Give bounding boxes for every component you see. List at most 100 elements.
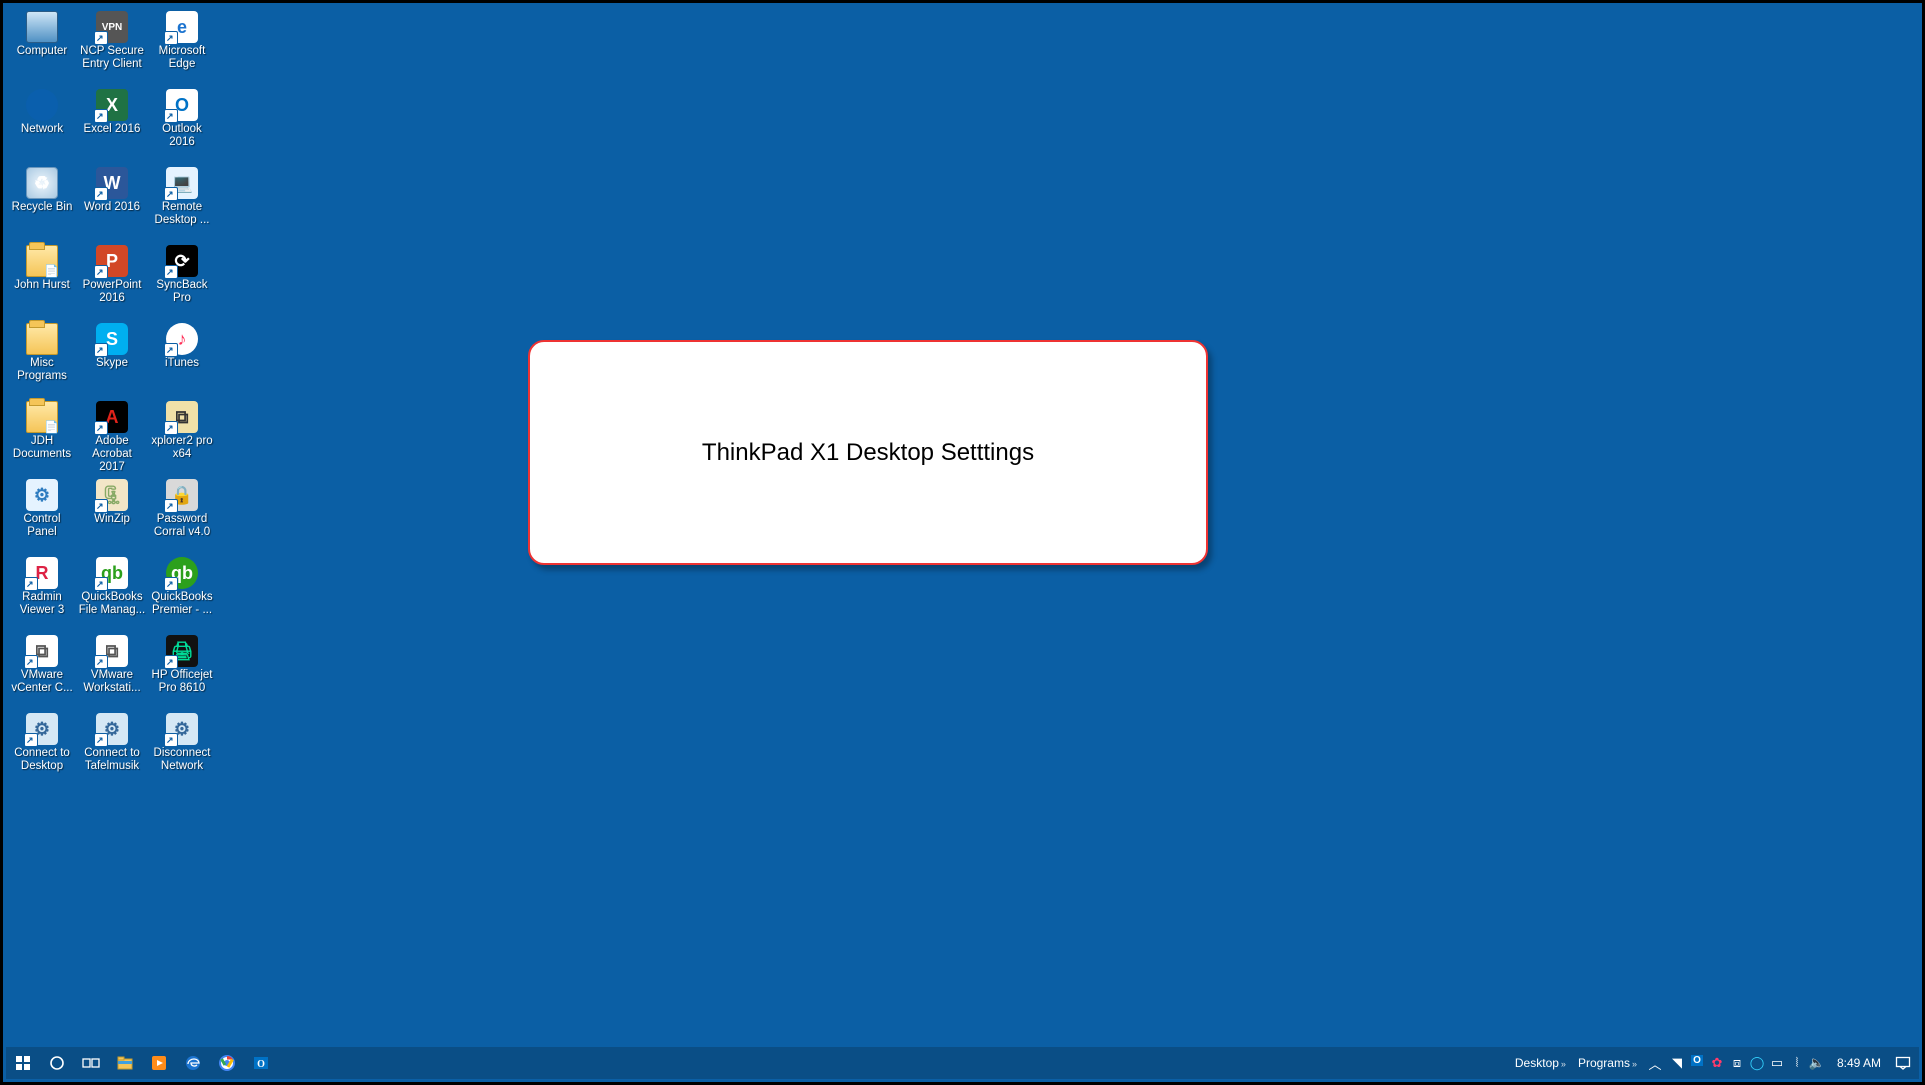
volume-tray-icon-glyph: 🔈 [1809,1055,1825,1071]
password-corral-icon: 🔒 [166,479,198,511]
powerpoint-icon: P [96,245,128,277]
disconnect-network-icon: ⚙ [166,713,198,745]
task-view-button[interactable] [74,1047,108,1079]
outlook-tray-icon-glyph: O [1691,1055,1703,1066]
desktop-icon-connect-tafelmusik[interactable]: ⚙Connect to Tafelmusik [77,711,147,789]
desktop-icon-label: Misc Programs [8,357,76,383]
syncback-icon: ⟳ [166,245,198,277]
desktop-icon-xplorer2[interactable]: ⧉ xplorer2 pro x64 [147,399,217,477]
edge-button[interactable] [176,1047,210,1079]
dropbox-tray-icon[interactable]: ⧈ [1727,1055,1747,1071]
vmware-vcenter-icon: ⧉ [26,635,58,667]
desktop-icon-itunes[interactable]: ♪iTunes [147,321,217,399]
desktop-icon-label: SyncBack Pro [148,279,216,305]
xplorer2-icon-glyph: ⧉ [176,407,189,428]
desktop-icon-powerpoint[interactable]: P PowerPoint 2016 [77,243,147,321]
network-tray-icon[interactable]: ▭ [1767,1055,1787,1071]
desktop-icon-network[interactable]: Network [7,87,77,165]
programs-toolbar[interactable]: Programs» [1572,1056,1643,1070]
desktop-icon-label: JDH Documents [8,435,76,461]
desktop-icon-remote-desktop[interactable]: 💻Remote Desktop ... [147,165,217,243]
edge-icon-glyph: e [177,17,187,38]
cortana-button[interactable] [40,1047,74,1079]
xplorer2-icon: ⧉ [166,401,198,433]
chrome-button[interactable] [210,1047,244,1079]
word-icon-glyph: W [104,173,121,194]
desktop-icon-user-folder[interactable]: John Hurst [7,243,77,321]
focused-tray-icon-glyph: ◯ [1750,1055,1765,1071]
radmin-icon: R [26,557,58,589]
hp-printer-icon-glyph: 🖨 [171,641,194,662]
desktop-icon-label: Radmin Viewer 3 [8,591,76,617]
annotation-text: ThinkPad X1 Desktop Setttings [702,439,1034,467]
desktop-icon-jdh-folder[interactable]: JDH Documents [7,399,77,477]
powerpoint-icon-glyph: P [106,251,118,272]
desktop-icon-acrobat[interactable]: AAdobe Acrobat 2017 [77,399,147,477]
vmware-workstation-icon: ⧉ [96,635,128,667]
radmin-icon-glyph: R [36,563,49,584]
desktop-icon-radmin[interactable]: R Radmin Viewer 3 [7,555,77,633]
steam-tray-icon[interactable]: ◥ [1667,1055,1687,1071]
connect-tafelmusik-icon: ⚙ [96,713,128,745]
chrome-icon [219,1055,235,1071]
desktop-icon-outlook[interactable]: OOutlook 2016 [147,87,217,165]
desktop-icon-label: Word 2016 [84,201,140,214]
desktop-icon-label: WinZip [94,513,130,526]
taskbar-clock[interactable]: 8:49 AM [1829,1056,1889,1070]
action-center-button[interactable] [1891,1047,1915,1079]
desktop-icon-recycle-bin[interactable]: ♻Recycle Bin [7,165,77,243]
dropbox-tray-icon-glyph: ⧈ [1733,1055,1741,1071]
desktop-icon-edge[interactable]: eMicrosoft Edge [147,9,217,87]
desktop-icon-label: NCP Secure Entry Client [78,45,146,71]
volume-tray-icon[interactable]: 🔈 [1807,1055,1827,1071]
outlook-icon-glyph: O [175,95,189,116]
tray-overflow-button[interactable]: ︿ [1645,1047,1665,1079]
desktop-icon-control-panel[interactable]: ⚙Control Panel [7,477,77,555]
desktop-icon-skype[interactable]: SSkype [77,321,147,399]
desktop-icon-label: Control Panel [8,513,76,539]
desktop-icon-misc-folder[interactable]: Misc Programs [7,321,77,399]
desktop-icon-hp-printer[interactable]: 🖨HP Officejet Pro 8610 [147,633,217,711]
network-icon [26,89,58,121]
snagit-tray-icon[interactable]: ✿ [1707,1055,1727,1071]
user-folder-icon [26,245,58,277]
edge-icon: e [166,11,198,43]
desktop-icon-syncback[interactable]: ⟳SyncBack Pro [147,243,217,321]
outlook-icon: O [253,1055,269,1071]
wifi-tray-icon[interactable]: ⦚ [1787,1055,1807,1071]
outlook-button[interactable]: O [244,1047,278,1079]
desktop-icon-label: Network [21,123,63,136]
desktop-icon-label: Disconnect Network [148,747,216,773]
desktop-icon-disconnect-network[interactable]: ⚙Disconnect Network [147,711,217,789]
file-explorer-button[interactable] [108,1047,142,1079]
taskbar-right: Desktop»Programs» ︿ ◥ O ✿ ⧈ ◯▭ ⦚ 🔈 8:49 AM [1509,1047,1919,1079]
wifi-tray-icon-glyph: ⦚ [1796,1055,1799,1071]
edge-icon [185,1055,201,1071]
excel-icon: X [96,89,128,121]
desktop-toolbar[interactable]: Desktop» [1509,1056,1572,1070]
media-player-button[interactable] [142,1047,176,1079]
desktop-icon-word[interactable]: W Word 2016 [77,165,147,243]
desktop-icon-quickbooks-premier[interactable]: qbQuickBooks Premier - ... [147,555,217,633]
acrobat-icon: A [96,401,128,433]
computer-icon [26,11,58,43]
desktop-icon-password-corral[interactable]: 🔒Password Corral v4.0 [147,477,217,555]
desktop-icon-winzip[interactable]: 🗜WinZip [77,477,147,555]
desktop-icon-label: PowerPoint 2016 [78,279,146,305]
desktop-icon-quickbooks-fm[interactable]: qbQuickBooks File Manag... [77,555,147,633]
recycle-bin-icon: ♻ [26,167,58,199]
desktop-icon-excel[interactable]: XExcel 2016 [77,87,147,165]
desktop-icon-connect-desktop[interactable]: ⚙Connect to Desktop [7,711,77,789]
start-button[interactable] [6,1047,40,1079]
vpn-icon: VPN [96,11,128,43]
desktop-icon-vmware-vcenter[interactable]: ⧉VMware vCenter C... [7,633,77,711]
desktop-icon-computer[interactable]: Computer [7,9,77,87]
desktop-icon-label: xplorer2 pro x64 [148,435,216,461]
focused-tray-icon[interactable]: ◯ [1747,1055,1767,1071]
desktop-icon-vpn[interactable]: VPNNCP Secure Entry Client [77,9,147,87]
quickbooks-premier-icon-glyph: qb [171,563,193,584]
desktop-icon-vmware-workstation[interactable]: ⧉VMware Workstati... [77,633,147,711]
outlook-tray-icon[interactable]: O [1687,1055,1707,1066]
itunes-icon-glyph: ♪ [178,329,187,350]
jdh-folder-icon [26,401,58,433]
